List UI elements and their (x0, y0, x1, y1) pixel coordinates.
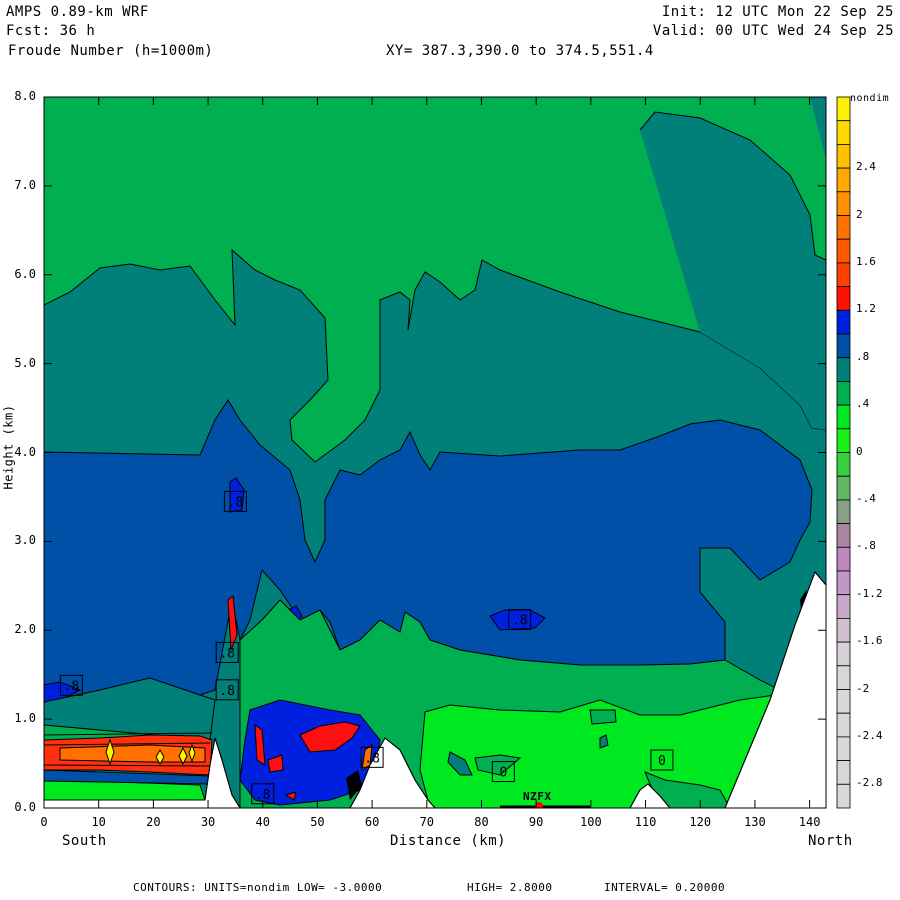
colorbar-swatch (836, 404, 851, 430)
y-tick-label: 7.0 (14, 177, 36, 192)
contour-label: .8 (64, 679, 80, 694)
colorbar-swatch (836, 357, 851, 382)
cross-section-plot: .8 .8 .8 .8 .8 .8 .8 0 0 (43, 96, 851, 809)
y-tick-label: 3.0 (14, 533, 36, 548)
colorbar-swatch (836, 333, 851, 359)
colorbar-label: -2.8 (856, 776, 883, 790)
colorbar-label: 1.6 (856, 254, 876, 268)
y-tick-label: 6.0 (14, 266, 36, 281)
y-tick-label: 5.0 (14, 355, 36, 370)
x-tick-label: 130 (744, 815, 766, 829)
contour-label: .8 (219, 646, 235, 661)
x-tick-label: 80 (474, 815, 489, 829)
colorbar-label: -1.2 (856, 586, 883, 600)
colorbar-swatch (836, 594, 851, 619)
colorbar-swatch (836, 262, 851, 287)
colorbar-label: -1.6 (856, 634, 883, 648)
colorbar-swatch (836, 712, 851, 738)
colorbar-swatch (836, 286, 851, 311)
colorbar-swatch (836, 380, 851, 406)
colorbar-label: -.4 (856, 491, 876, 505)
footer-contours: CONTOURS: UNITS=nondim LOW= -3.0000 (133, 881, 383, 894)
colorbar-swatch (836, 523, 851, 548)
colorbar-label: .4 (856, 397, 870, 411)
colorbar-swatch (836, 499, 851, 524)
x-tick-label: 100 (580, 815, 602, 829)
contour-label: .8 (228, 495, 244, 510)
x-tick-label: 90 (528, 815, 544, 829)
x-tick-label: 0 (40, 815, 48, 829)
colorbar-swatch (836, 641, 851, 667)
colorbar-label: -2.4 (856, 728, 883, 742)
x-tick-label: 60 (364, 815, 380, 829)
contour-label: .8 (364, 751, 380, 766)
x-tick-label: 50 (310, 815, 325, 829)
x-tick-label: 10 (91, 815, 106, 829)
contour-label: 0 (499, 766, 507, 781)
colorbar-swatch (836, 215, 851, 240)
footer-interval: INTERVAL= 0.20000 (604, 881, 726, 894)
x-left-label: South (62, 833, 107, 849)
x-axis-label: Distance (km) (390, 833, 507, 849)
y-tick-label: 2.0 (14, 622, 36, 637)
colorbar-label: .8 (856, 349, 870, 363)
colorbar-label: -.8 (856, 539, 876, 553)
colorbar-swatch (836, 120, 851, 145)
x-right-label: North (808, 833, 853, 849)
x-tick-label: 20 (146, 815, 161, 829)
colorbar-swatch (836, 546, 851, 572)
station-label: NZFX (523, 790, 552, 803)
colorbar-swatch (836, 428, 851, 453)
colorbar-swatch (836, 570, 851, 596)
colorbar-swatch (836, 143, 851, 169)
colorbar-label: 2 (856, 207, 863, 221)
x-tick-label: 120 (689, 815, 712, 829)
contour-label: .8 (512, 614, 528, 629)
colorbar-label: 1.2 (856, 302, 876, 316)
colorbar-swatch (836, 475, 851, 501)
colorbar-swatch (836, 736, 851, 762)
colorbar-label: -2 (856, 681, 870, 695)
x-tick-label: 110 (634, 815, 657, 829)
y-tick-label: 1.0 (14, 711, 36, 726)
x-tick-label: 40 (255, 815, 270, 829)
contour-label: .8 (255, 788, 271, 803)
colorbar-swatch (836, 238, 851, 264)
colorbar-swatch (836, 665, 851, 690)
x-tick-label: 70 (419, 815, 435, 829)
colorbar-swatch (836, 309, 851, 335)
colorbar-swatch (836, 191, 851, 216)
contour-label: .8 (219, 684, 235, 699)
colorbar-swatch (836, 167, 851, 193)
x-tick-label: 30 (200, 815, 216, 829)
y-tick-label: 8.0 (14, 89, 36, 103)
colorbar-swatch (836, 618, 851, 643)
colorbar (836, 96, 851, 809)
colorbar-swatch (836, 96, 851, 122)
colorbar-swatch (836, 689, 851, 714)
y-tick-label: 0.0 (14, 800, 36, 814)
colorbar-label: 2.4 (856, 160, 876, 174)
contour-label: 0 (658, 754, 666, 769)
y-tick-label: 4.0 (14, 444, 36, 459)
colorbar-label: 0 (856, 444, 863, 458)
colorbar-swatch (836, 452, 851, 477)
colorbar-swatch (836, 783, 851, 809)
x-tick-label: 140 (798, 815, 821, 829)
footer-high: HIGH= 2.8000 (467, 881, 553, 894)
colorbar-swatch (836, 760, 851, 785)
colorbar-units: nondim (850, 93, 890, 104)
